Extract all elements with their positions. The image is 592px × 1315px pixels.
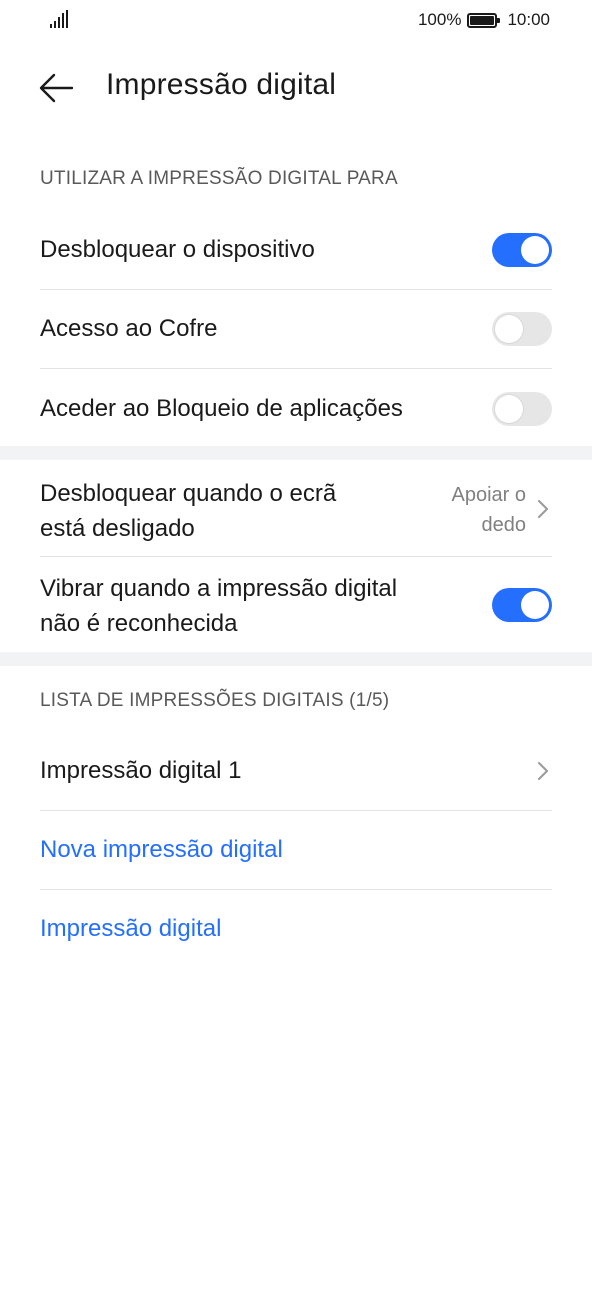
setting-row-safe-access[interactable]: Acesso ao Cofre — [40, 311, 552, 347]
setting-label: Aceder ao Bloqueio de aplicações — [40, 395, 403, 422]
fingerprint-settings-page: 100% 10:00 Impressão digital UTILIZAR A … — [0, 0, 592, 1315]
setting-label-line2: está desligado — [40, 515, 195, 542]
section-gap — [0, 652, 592, 666]
clock: 10:00 — [507, 10, 550, 29]
battery-percent: 100% — [417, 10, 462, 29]
setting-row-vibrate[interactable]: Vibrar quando a impressão digital não é … — [40, 571, 552, 641]
page-title: Impressão digital — [106, 68, 337, 101]
chevron-right-icon — [538, 762, 548, 780]
setting-label-line1: Vibrar quando a impressão digital — [40, 575, 398, 602]
setting-label-line2: não é reconhecida — [40, 610, 238, 637]
new-fingerprint-label: Nova impressão digital — [40, 836, 283, 863]
divider — [40, 810, 552, 811]
back-arrow-icon — [39, 73, 74, 103]
section-header-fingerprint-list: LISTA DE IMPRESSÕES DIGITAIS (1/5) — [40, 690, 390, 711]
divider — [40, 556, 552, 557]
fingerprint-1-item[interactable]: Impressão digital 1 — [40, 753, 552, 789]
vibrate-toggle[interactable] — [492, 588, 552, 622]
screen-off-value-line1: Apoiar o — [451, 484, 527, 506]
screen-off-value-line2: dedo — [481, 514, 527, 536]
identify-fingerprint-link[interactable]: Impressão digital — [40, 911, 552, 947]
title-bar: Impressão digital — [0, 56, 592, 120]
fingerprint-1-label: Impressão digital 1 — [40, 757, 242, 784]
section-header-use-for: UTILIZAR A IMPRESSÃO DIGITAL PARA — [40, 168, 398, 189]
chevron-right-icon — [538, 500, 548, 518]
setting-row-app-lock[interactable]: Aceder ao Bloqueio de aplicações — [40, 391, 552, 427]
setting-label: Acesso ao Cofre — [40, 315, 218, 342]
setting-row-screen-off-unlock[interactable]: Desbloquear quando o ecrã está desligado… — [40, 476, 552, 546]
new-fingerprint-link[interactable]: Nova impressão digital — [40, 832, 552, 868]
status-bar: 100% 10:00 — [0, 0, 592, 44]
divider — [40, 289, 552, 290]
section-gap — [0, 446, 592, 460]
safe-access-toggle[interactable] — [492, 312, 552, 346]
setting-label: Desbloquear o dispositivo — [40, 236, 315, 263]
unlock-device-toggle[interactable] — [492, 233, 552, 267]
back-button[interactable] — [36, 70, 76, 106]
signal-icon — [50, 10, 72, 28]
identify-fingerprint-label: Impressão digital — [40, 915, 222, 942]
app-lock-toggle[interactable] — [492, 392, 552, 426]
divider — [40, 889, 552, 890]
setting-row-unlock-device[interactable]: Desbloquear o dispositivo — [40, 232, 552, 268]
divider — [40, 368, 552, 369]
battery-icon — [467, 12, 501, 28]
